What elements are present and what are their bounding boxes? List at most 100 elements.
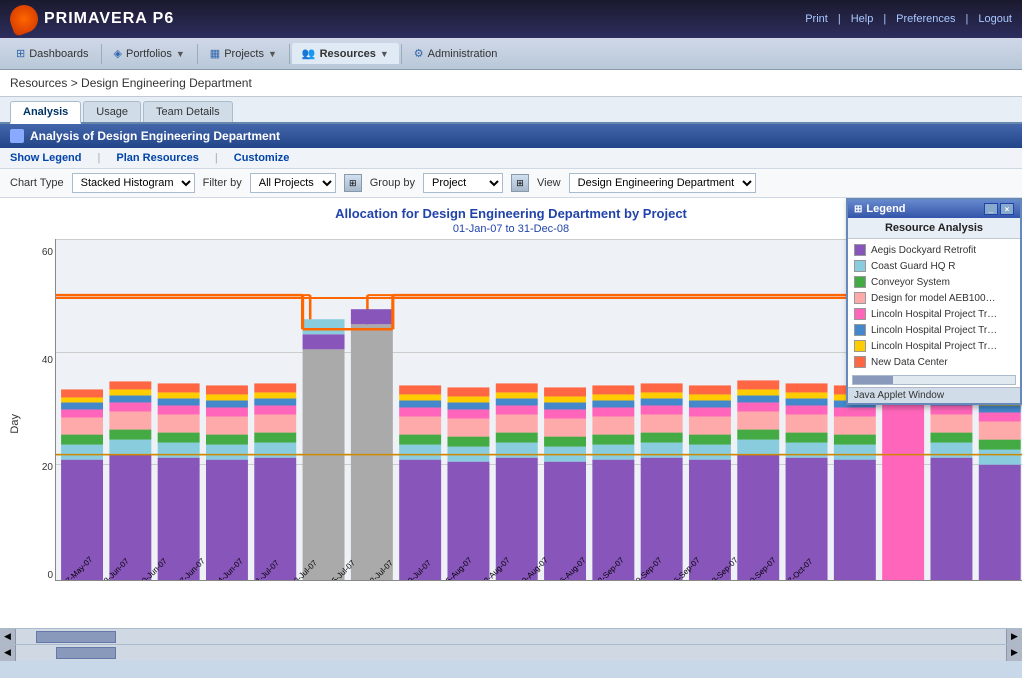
projects-arrow: ▼	[268, 49, 277, 59]
legend-item-7: New Data Center	[854, 354, 1014, 370]
main-content: Analysis of Design Engineering Departmen…	[0, 124, 1022, 660]
x-label-16: 16-Sep-07	[669, 578, 702, 581]
legend-label-5: Lincoln Hospital Project Traum	[871, 325, 1001, 336]
breadcrumb-text: Resources > Design Engineering Departmen…	[10, 76, 252, 90]
legend-color-5	[854, 324, 866, 336]
scroll-left-btn[interactable]: ◀	[0, 629, 16, 645]
y-axis-label: Day	[9, 414, 21, 434]
header-links: Print | Help | Preferences | Logout	[805, 13, 1012, 25]
resources-label: Resources	[320, 48, 376, 60]
print-link[interactable]: Print	[805, 13, 828, 25]
x-label-8: 22-Jul-07	[365, 578, 395, 581]
filter-by-button[interactable]: ⊞	[344, 174, 362, 192]
view-label: View	[537, 177, 561, 189]
second-scrollbar[interactable]: ◀ ▶	[0, 644, 1022, 660]
legend-color-4	[854, 308, 866, 320]
legend-item-1: Coast Guard HQ R	[854, 258, 1014, 274]
projects-label: Projects	[224, 48, 264, 60]
group-by-select[interactable]: Project	[423, 173, 503, 193]
logo-area: PRIMAVERA P6	[10, 5, 174, 33]
legend-scroll-thumb[interactable]	[853, 376, 893, 384]
tab-usage[interactable]: Usage	[83, 101, 141, 122]
nav-administration[interactable]: ⚙ Administration	[404, 43, 508, 64]
projects-icon: ▦	[210, 47, 220, 60]
portfolios-label: Portfolios	[126, 48, 172, 60]
nav-dashboards[interactable]: ⊞ Dashboards	[6, 43, 99, 64]
plan-resources-link[interactable]: Plan Resources	[116, 152, 199, 164]
x-label-3: 17-Jun-07	[175, 578, 207, 581]
second-scroll-track	[16, 645, 1006, 660]
header-sep2: |	[883, 13, 886, 25]
bottom-scroll-thumb[interactable]	[36, 631, 116, 643]
legend-scrollbar[interactable]	[852, 375, 1016, 385]
view-select[interactable]: Design Engineering Department	[569, 173, 756, 193]
legend-color-0	[854, 244, 866, 256]
legend-item-5: Lincoln Hospital Project Traum	[854, 322, 1014, 338]
dashboards-icon: ⊞	[16, 47, 25, 60]
section-header-title: Analysis of Design Engineering Departmen…	[30, 129, 280, 143]
y-tick-60: 60	[42, 247, 53, 258]
x-label-9: 29-Jul-07	[403, 578, 433, 581]
y-tick-40: 40	[42, 355, 53, 366]
nav-divider-4	[401, 44, 402, 64]
header-sep1: |	[838, 13, 841, 25]
x-label-4: 24-Jun-07	[213, 578, 245, 581]
x-label-1: 03-Jun-07	[99, 578, 131, 581]
show-legend-link[interactable]: Show Legend	[10, 152, 82, 164]
java-applet-bar: Java Applet Window	[848, 387, 1020, 403]
legend-label-7: New Data Center	[871, 357, 948, 368]
section-header-icon	[10, 129, 24, 143]
admin-icon: ⚙	[414, 47, 424, 60]
breadcrumb: Resources > Design Engineering Departmen…	[0, 70, 1022, 97]
group-by-button[interactable]: ⊞	[511, 174, 529, 192]
portfolios-icon: ◈	[114, 47, 122, 60]
x-label-12: 19-Aug-07	[517, 578, 550, 581]
legend-label-2: Conveyor System	[871, 277, 950, 288]
tab-analysis[interactable]: Analysis	[10, 101, 81, 124]
java-applet-label: Java Applet Window	[854, 390, 944, 401]
legend-color-2	[854, 276, 866, 288]
legend-item-4: Lincoln Hospital Project Traum	[854, 306, 1014, 322]
legend-minimize-button[interactable]: _	[984, 203, 998, 215]
filter-by-label: Filter by	[203, 177, 242, 189]
legend-label-3: Design for model AEB1000 S.F.	[871, 293, 1001, 304]
nav-divider-3	[289, 44, 290, 64]
legend-label-6: Lincoln Hospital Project Traum	[871, 341, 1001, 352]
tabs-bar: Analysis Usage Team Details	[0, 97, 1022, 124]
dashboards-label: Dashboards	[29, 48, 88, 60]
x-label-17: 23-Sep-07	[707, 578, 740, 581]
x-label-15: 09-Sep-07	[631, 578, 664, 581]
logout-link[interactable]: Logout	[978, 13, 1012, 25]
legend-close-button[interactable]: ×	[1000, 203, 1014, 215]
group-by-label: Group by	[370, 177, 415, 189]
filter-by-select[interactable]: All Projects	[250, 173, 336, 193]
legend-titlebar-icons: _ ×	[984, 203, 1014, 215]
scroll2-right-btn[interactable]: ▶	[1006, 645, 1022, 661]
second-scroll-thumb[interactable]	[56, 647, 116, 659]
toolbar-sep-1: |	[98, 152, 101, 164]
nav-projects[interactable]: ▦ Projects ▼	[200, 43, 287, 64]
legend-title: Legend	[866, 203, 905, 215]
scroll2-left-btn[interactable]: ◀	[0, 645, 16, 661]
help-link[interactable]: Help	[851, 13, 874, 25]
nav-portfolios[interactable]: ◈ Portfolios ▼	[104, 43, 195, 64]
nav-resources[interactable]: 👥 Resources ▼	[292, 43, 399, 64]
legend-color-1	[854, 260, 866, 272]
x-label-2: 10-Jun-07	[137, 578, 169, 581]
section-header: Analysis of Design Engineering Departmen…	[0, 124, 1022, 148]
average-line	[56, 454, 1022, 455]
scroll-right-btn[interactable]: ▶	[1006, 629, 1022, 645]
app-name: PRIMAVERA P6	[44, 10, 174, 28]
x-label-10: 05-Aug-07	[441, 578, 474, 581]
tab-team-details[interactable]: Team Details	[143, 101, 233, 122]
legend-panel: ⊞ Legend _ × Resource Analysis Aegis Doc…	[846, 198, 1022, 405]
customize-link[interactable]: Customize	[234, 152, 290, 164]
nav-divider-1	[101, 44, 102, 64]
x-label-19: 07-Oct-07	[783, 578, 815, 581]
chart-type-select[interactable]: Stacked Histogram	[72, 173, 195, 193]
preferences-link[interactable]: Preferences	[896, 13, 955, 25]
bottom-scrollbar[interactable]: ◀ ▶	[0, 628, 1022, 644]
chart-type-label: Chart Type	[10, 177, 64, 189]
legend-titlebar: ⊞ Legend _ ×	[848, 200, 1020, 218]
administration-label: Administration	[428, 48, 498, 60]
